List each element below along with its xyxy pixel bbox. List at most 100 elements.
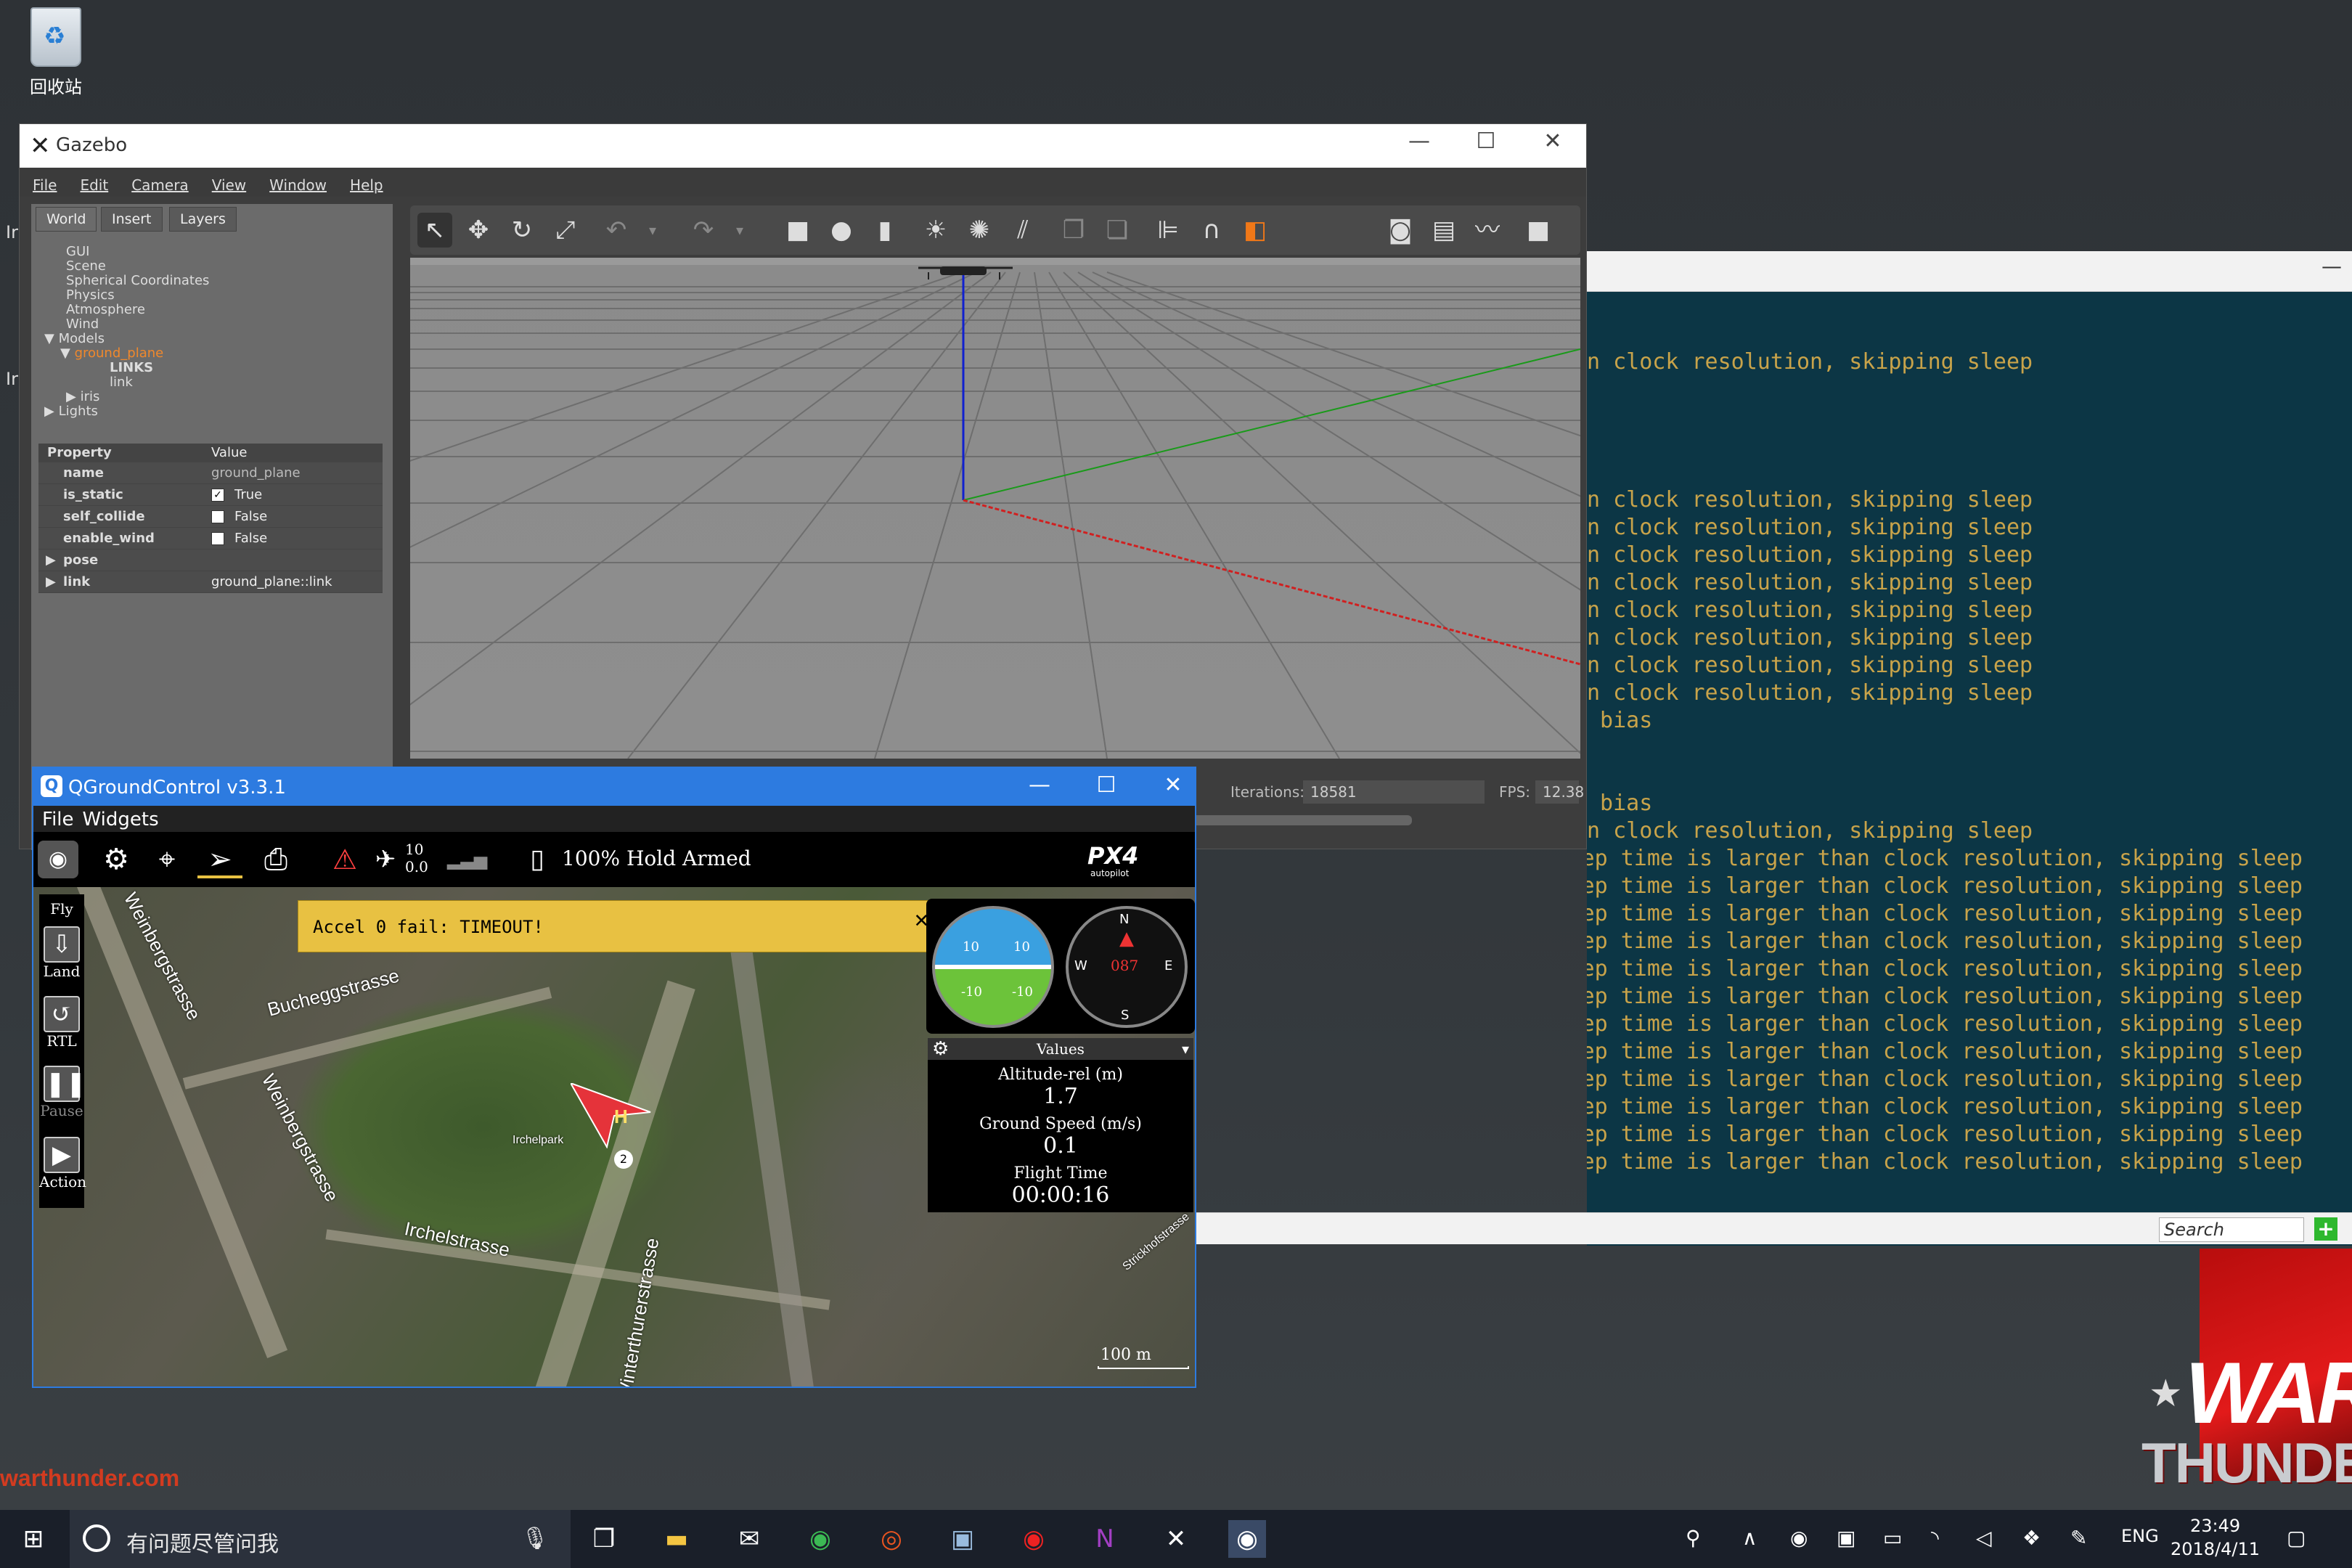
- music-app-icon[interactable]: ◉: [1015, 1520, 1053, 1558]
- fly-button[interactable]: Fly: [39, 900, 84, 918]
- tab-insert[interactable]: Insert: [101, 207, 163, 232]
- rc-rssi-icon[interactable]: ▂▃▅: [447, 841, 487, 878]
- plot-icon[interactable]: 〰: [1470, 213, 1505, 248]
- language-indicator[interactable]: ENG: [2121, 1526, 2159, 1546]
- tree-item-iris[interactable]: ▶ iris: [66, 390, 209, 404]
- qgc-titlebar[interactable]: Q QGroundControl v3.3.1 — ☐ ✕: [33, 768, 1195, 806]
- record-icon[interactable]: ◉: [1790, 1526, 1808, 1550]
- home-marker[interactable]: H: [614, 1106, 628, 1127]
- search-input[interactable]: Search: [2159, 1217, 2304, 1242]
- video-record-icon[interactable]: ■: [1521, 213, 1556, 248]
- point-light-icon[interactable]: ☀: [918, 213, 953, 248]
- dropbox-icon[interactable]: ❖: [2022, 1526, 2041, 1550]
- fly-view-icon[interactable]: ➢: [197, 841, 242, 878]
- expand-icon[interactable]: ▶: [66, 389, 81, 404]
- directional-light-icon[interactable]: ⫽: [1005, 213, 1040, 248]
- chrome-icon[interactable]: ◉: [801, 1520, 839, 1558]
- property-row[interactable]: self_collide False: [38, 506, 383, 528]
- clock[interactable]: 23:49 2018/4/11: [2171, 1514, 2260, 1561]
- menu-file[interactable]: File: [33, 176, 57, 194]
- wifi-icon[interactable]: ◝: [1931, 1526, 1939, 1550]
- close-button[interactable]: ✕: [1531, 128, 1575, 154]
- undo-history-icon[interactable]: ▾: [635, 213, 670, 248]
- tree-item[interactable]: Physics: [66, 288, 209, 303]
- windows-start-icon[interactable]: ⊞: [15, 1520, 52, 1558]
- property-row[interactable]: name ground_plane: [38, 462, 383, 484]
- add-tab-button[interactable]: +: [2314, 1217, 2337, 1241]
- menu-file[interactable]: File: [42, 809, 74, 830]
- qgc-taskbar-icon[interactable]: ◉: [1228, 1520, 1266, 1558]
- settings-gear-icon[interactable]: ⚙: [96, 841, 136, 878]
- qgc-home-icon[interactable]: ◉: [38, 841, 78, 878]
- screenshot-icon[interactable]: ◙: [1383, 213, 1418, 248]
- paste-icon[interactable]: ❏: [1100, 213, 1135, 248]
- menu-edit[interactable]: Edit: [80, 176, 108, 194]
- chevron-down-icon[interactable]: ▾: [1182, 1038, 1189, 1060]
- tab-world[interactable]: World: [36, 207, 97, 232]
- tree-item-models[interactable]: ▼ Models: [44, 332, 209, 346]
- vehicle-status[interactable]: 100% Hold Armed: [562, 846, 751, 870]
- action-button[interactable]: ▶ Action: [39, 1137, 86, 1191]
- tree-item-ground-plane[interactable]: ▼ ground_plane: [60, 346, 209, 361]
- file-explorer-icon[interactable]: ▬: [658, 1520, 695, 1558]
- taskbar-search[interactable]: 有问题尽管问我 🎙: [70, 1510, 571, 1568]
- scale-tool-icon[interactable]: ⤢: [548, 213, 583, 248]
- analyze-view-icon[interactable]: ⎙: [256, 841, 296, 878]
- copy-icon[interactable]: ❐: [1056, 213, 1091, 248]
- gazebo-taskbar-icon[interactable]: ✕: [1157, 1520, 1195, 1558]
- tree-item-links[interactable]: LINKS: [110, 361, 209, 375]
- undo-icon[interactable]: ↶: [599, 213, 634, 248]
- menu-camera[interactable]: Camera: [131, 176, 189, 194]
- checkbox[interactable]: [211, 510, 224, 523]
- view-angle-icon[interactable]: ◧: [1238, 213, 1273, 248]
- people-icon[interactable]: ⚲: [1686, 1526, 1701, 1550]
- display-icon[interactable]: ▣: [1837, 1526, 1855, 1550]
- redo-history-icon[interactable]: ▾: [722, 213, 757, 248]
- tree-item[interactable]: Spherical Coordinates: [66, 274, 209, 288]
- tree-item-link[interactable]: link: [110, 375, 209, 390]
- property-row[interactable]: ▶ link ground_plane::link: [38, 571, 383, 593]
- recycle-bin-shortcut[interactable]: 回收站: [16, 7, 96, 98]
- menu-view[interactable]: View: [212, 176, 246, 194]
- checkbox[interactable]: [211, 532, 224, 545]
- chevron-up-icon[interactable]: ∧: [1742, 1526, 1757, 1550]
- plan-view-icon[interactable]: ⌖: [147, 841, 187, 878]
- rotate-tool-icon[interactable]: ↻: [505, 213, 539, 248]
- qgroundcontrol-window[interactable]: Q QGroundControl v3.3.1 — ☐ ✕ File Widget…: [32, 767, 1196, 1388]
- notification-icon[interactable]: ▢: [2287, 1526, 2306, 1550]
- tab-layers[interactable]: Layers: [169, 207, 237, 232]
- pen-icon[interactable]: ✎: [2070, 1526, 2087, 1550]
- property-row[interactable]: is_static ✓ True: [38, 484, 383, 506]
- translate-tool-icon[interactable]: ✥: [461, 213, 496, 248]
- tree-item[interactable]: GUI: [66, 245, 209, 259]
- terminal-titlebar[interactable]: —: [1587, 251, 2352, 292]
- warning-icon[interactable]: ⚠: [327, 841, 363, 878]
- microphone-icon[interactable]: 🎙: [521, 1526, 549, 1551]
- redo-icon[interactable]: ↷: [686, 213, 721, 248]
- minimize-button[interactable]: —: [1397, 128, 1441, 154]
- pause-button[interactable]: ❚❚ Pause: [39, 1066, 86, 1119]
- tree-item[interactable]: Wind: [66, 317, 209, 332]
- tree-item[interactable]: Atmosphere: [66, 303, 209, 317]
- close-button[interactable]: ✕: [1151, 772, 1195, 798]
- expand-icon[interactable]: ▼: [44, 331, 59, 346]
- menu-help[interactable]: Help: [350, 176, 383, 194]
- maximize-button[interactable]: ☐: [1464, 128, 1508, 154]
- land-button[interactable]: ⇩ Land: [39, 926, 84, 980]
- property-row[interactable]: ▶ pose: [38, 550, 383, 571]
- gps-icon[interactable]: ✈: [367, 841, 404, 878]
- waypoint-marker[interactable]: 2: [614, 1150, 633, 1169]
- alert-banner[interactable]: Accel 0 fail: TIMEOUT! ✕: [298, 900, 936, 952]
- log-icon[interactable]: ▤: [1426, 213, 1461, 248]
- tree-item[interactable]: Scene: [66, 259, 209, 274]
- menu-widgets[interactable]: Widgets: [83, 809, 159, 830]
- minimize-button[interactable]: —: [1018, 772, 1061, 798]
- scene-viewport[interactable]: [410, 258, 1580, 759]
- select-tool-icon[interactable]: ↖: [417, 213, 452, 248]
- snap-icon[interactable]: ∩: [1194, 213, 1229, 248]
- mail-icon[interactable]: ✉: [730, 1520, 768, 1558]
- onenote-icon[interactable]: N: [1086, 1520, 1124, 1558]
- checkbox[interactable]: ✓: [211, 489, 224, 502]
- cylinder-shape-icon[interactable]: ▮: [867, 213, 902, 248]
- box-shape-icon[interactable]: ■: [780, 213, 815, 248]
